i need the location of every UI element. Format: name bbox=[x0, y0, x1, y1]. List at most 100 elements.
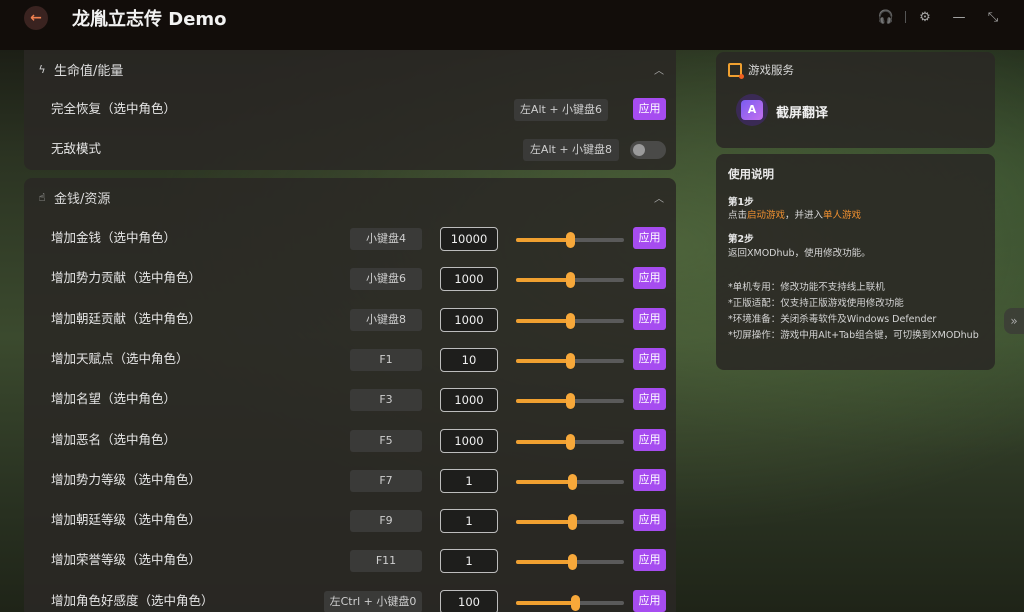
arrow-left-icon: ← bbox=[30, 10, 42, 26]
value-input[interactable]: 100 bbox=[440, 589, 498, 612]
back-button[interactable]: ← bbox=[24, 6, 48, 30]
slider-thumb[interactable] bbox=[566, 232, 575, 248]
row-label: 无敌模式 bbox=[51, 141, 102, 156]
hotkey-badge[interactable]: F3 bbox=[350, 389, 422, 412]
value-slider[interactable] bbox=[516, 272, 624, 289]
value-slider[interactable] bbox=[516, 473, 624, 490]
list-item: 增加角色好感度（选中角色） 左Ctrl + 小键盘0 100 应用 bbox=[24, 585, 676, 612]
row-label: 增加角色好感度（选中角色） bbox=[51, 592, 214, 608]
value-slider[interactable] bbox=[516, 433, 624, 450]
single-player-link[interactable]: 单人游戏 bbox=[823, 210, 861, 221]
hotkey-badge[interactable]: F1 bbox=[350, 348, 422, 371]
hand-icon: ☝ bbox=[38, 190, 46, 204]
value-slider[interactable] bbox=[516, 594, 624, 611]
value-slider[interactable] bbox=[516, 312, 624, 329]
slider-fill bbox=[516, 600, 576, 605]
list-item: 增加金钱（选中角色） 小键盘4 10000 应用 bbox=[24, 222, 676, 254]
apply-button[interactable]: 应用 bbox=[633, 347, 666, 370]
apply-button[interactable]: 应用 bbox=[633, 468, 666, 491]
value-input[interactable]: 1000 bbox=[440, 388, 498, 413]
hotkey-badge[interactable]: 小键盘6 bbox=[350, 268, 422, 291]
value-input[interactable]: 1 bbox=[440, 468, 498, 493]
cube-icon bbox=[728, 63, 744, 79]
value-input[interactable]: 1 bbox=[440, 549, 498, 574]
screenshot-translate-label[interactable]: 截屏翻译 bbox=[776, 102, 828, 121]
expand-panel-button[interactable]: » bbox=[1004, 308, 1024, 334]
step1-text: 点击启动游戏，并进入单人游戏 bbox=[728, 210, 862, 221]
list-item: 增加势力等级（选中角色） F7 1 应用 bbox=[24, 464, 676, 496]
apply-button[interactable]: 应用 bbox=[633, 98, 666, 120]
collapse-icon[interactable]: ⤡ bbox=[976, 6, 1010, 28]
value-slider[interactable] bbox=[516, 393, 624, 410]
launch-game-link[interactable]: 启动游戏 bbox=[747, 210, 785, 221]
row-label: 增加名望（选中角色） bbox=[51, 391, 177, 407]
slider-thumb[interactable] bbox=[566, 433, 575, 450]
services-header: 游戏服务 bbox=[728, 62, 794, 79]
hotkey-badge[interactable]: 小键盘8 bbox=[350, 308, 422, 331]
apply-button[interactable]: 应用 bbox=[633, 549, 666, 572]
usage-title: 使用说明 bbox=[728, 167, 774, 181]
hotkey-badge[interactable]: 左Alt + 小键盘8 bbox=[523, 139, 619, 161]
slider-thumb[interactable] bbox=[568, 514, 578, 531]
section-title: 金钱/资源 bbox=[54, 191, 111, 207]
hotkey-badge[interactable]: 左Alt + 小键盘6 bbox=[514, 99, 608, 121]
row-label: 增加朝廷等级（选中角色） bbox=[51, 512, 202, 528]
slider-fill bbox=[516, 238, 570, 242]
hotkey-badge[interactable]: F5 bbox=[350, 429, 422, 452]
slider-fill bbox=[516, 439, 570, 444]
hotkey-badge[interactable]: F9 bbox=[350, 510, 422, 533]
slider-thumb[interactable] bbox=[566, 312, 575, 329]
slider-thumb[interactable] bbox=[566, 272, 575, 289]
slider-thumb[interactable] bbox=[571, 594, 581, 611]
step2-text: 返回XMODhub，使用修改功能。 bbox=[728, 248, 871, 259]
hotkey-badge[interactable]: 小键盘4 bbox=[350, 228, 422, 250]
invincible-toggle[interactable] bbox=[630, 141, 666, 159]
list-item: 完全恢复（选中角色） 左Alt + 小键盘6 应用 bbox=[24, 93, 676, 125]
apply-button[interactable]: 应用 bbox=[633, 227, 666, 249]
note: *正版适配：仅支持正版游戏使用修改功能 bbox=[728, 298, 904, 309]
usage-panel: 使用说明 第1步 点击启动游戏，并进入单人游戏 第2步 返回XMODhub，使用… bbox=[716, 154, 995, 370]
apply-button[interactable]: 应用 bbox=[633, 307, 666, 330]
list-item: 增加荣誉等级（选中角色） F11 1 应用 bbox=[24, 544, 676, 576]
hotkey-badge[interactable]: 左Ctrl + 小键盘0 bbox=[324, 590, 422, 612]
health-section-header[interactable]: ϟ 生命值/能量 bbox=[36, 59, 123, 79]
hotkey-badge[interactable]: F11 bbox=[350, 550, 422, 573]
toggle-knob bbox=[633, 144, 645, 156]
money-section-header[interactable]: ☝ 金钱/资源 bbox=[36, 187, 111, 207]
value-slider[interactable] bbox=[516, 514, 624, 531]
list-item: 增加天赋点（选中角色） F1 10 应用 bbox=[24, 343, 676, 375]
value-slider[interactable] bbox=[516, 232, 624, 248]
value-input[interactable]: 1000 bbox=[440, 428, 498, 453]
lightning-icon: ϟ bbox=[38, 62, 46, 76]
slider-fill bbox=[516, 278, 570, 283]
chevron-up-icon[interactable]: ︿ bbox=[654, 62, 664, 77]
settings-icon[interactable]: ⚙ bbox=[908, 6, 942, 28]
list-item: 增加势力贡献（选中角色） 小键盘6 1000 应用 bbox=[24, 262, 676, 294]
minimize-icon[interactable]: — bbox=[942, 6, 976, 28]
apply-button[interactable]: 应用 bbox=[633, 388, 666, 411]
value-slider[interactable] bbox=[516, 554, 624, 571]
value-input[interactable]: 10000 bbox=[440, 227, 498, 251]
screenshot-translate-button[interactable]: A bbox=[736, 94, 768, 126]
money-section: ☝ 金钱/资源 ︿ 增加金钱（选中角色） 小键盘4 10000 应用 增加势力贡献（选中… bbox=[24, 178, 676, 612]
hotkey-badge[interactable]: F7 bbox=[350, 469, 422, 492]
row-label: 增加金钱（选中角色） bbox=[51, 230, 177, 245]
chevron-up-icon[interactable]: ︿ bbox=[654, 190, 664, 205]
slider-thumb[interactable] bbox=[568, 554, 578, 571]
value-slider[interactable] bbox=[516, 352, 624, 369]
apply-button[interactable]: 应用 bbox=[633, 509, 666, 532]
apply-button[interactable]: 应用 bbox=[633, 428, 666, 451]
value-input[interactable]: 1000 bbox=[440, 307, 498, 332]
title-bar: ← 龙胤立志传 Demo 🎧 ⚙ — ⤡ bbox=[0, 0, 1024, 50]
slider-thumb[interactable] bbox=[568, 473, 578, 490]
slider-thumb[interactable] bbox=[566, 393, 575, 410]
apply-button[interactable]: 应用 bbox=[633, 267, 666, 290]
value-input[interactable]: 10 bbox=[440, 347, 498, 372]
value-input[interactable]: 1 bbox=[440, 509, 498, 534]
row-label: 增加天赋点（选中角色） bbox=[51, 350, 189, 366]
value-input[interactable]: 1000 bbox=[440, 267, 498, 292]
slider-thumb[interactable] bbox=[566, 352, 575, 369]
apply-button[interactable]: 应用 bbox=[633, 589, 666, 612]
row-label: 增加朝廷贡献（选中角色） bbox=[51, 310, 202, 326]
headset-icon[interactable]: 🎧 bbox=[869, 6, 903, 28]
